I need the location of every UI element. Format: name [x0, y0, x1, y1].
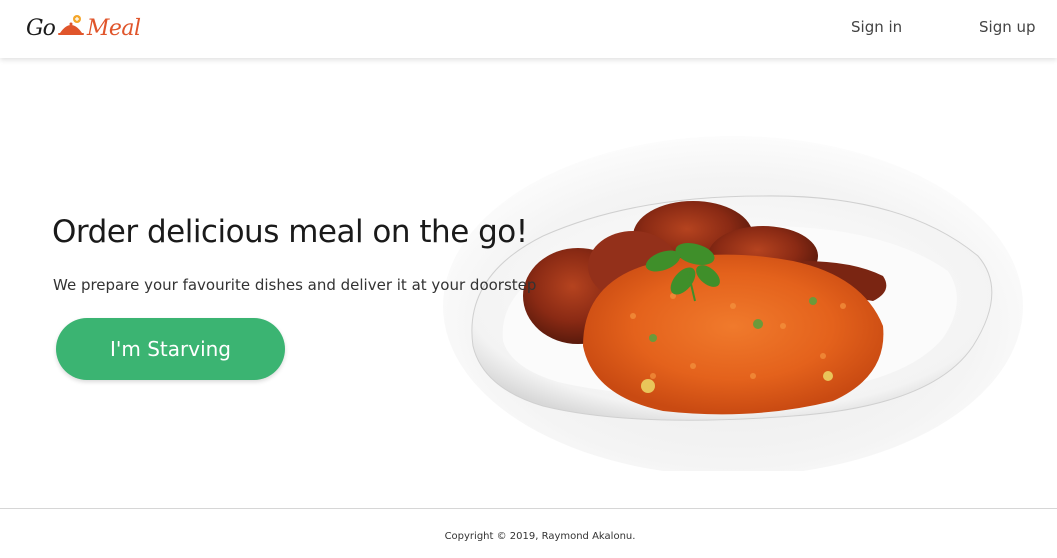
sign-in-link[interactable]: Sign in — [851, 18, 902, 36]
header: Go Meal Sign in Sign up — [0, 0, 1057, 58]
cloche-icon — [57, 14, 85, 42]
hero-subtitle: We prepare your favourite dishes and del… — [53, 276, 537, 294]
hero-food-image — [433, 76, 1028, 476]
copyright-text: Copyright © 2019, Raymond Akalonu. — [444, 531, 636, 542]
sign-up-link[interactable]: Sign up — [979, 18, 1036, 36]
logo-go-text: Go — [26, 15, 56, 41]
im-starving-button[interactable]: I'm Starving — [56, 318, 285, 380]
logo-meal-text: Meal — [86, 15, 141, 41]
hero-title: Order delicious meal on the go! — [52, 214, 528, 250]
footer-divider — [0, 508, 1057, 509]
logo[interactable]: Go Meal — [26, 10, 141, 46]
